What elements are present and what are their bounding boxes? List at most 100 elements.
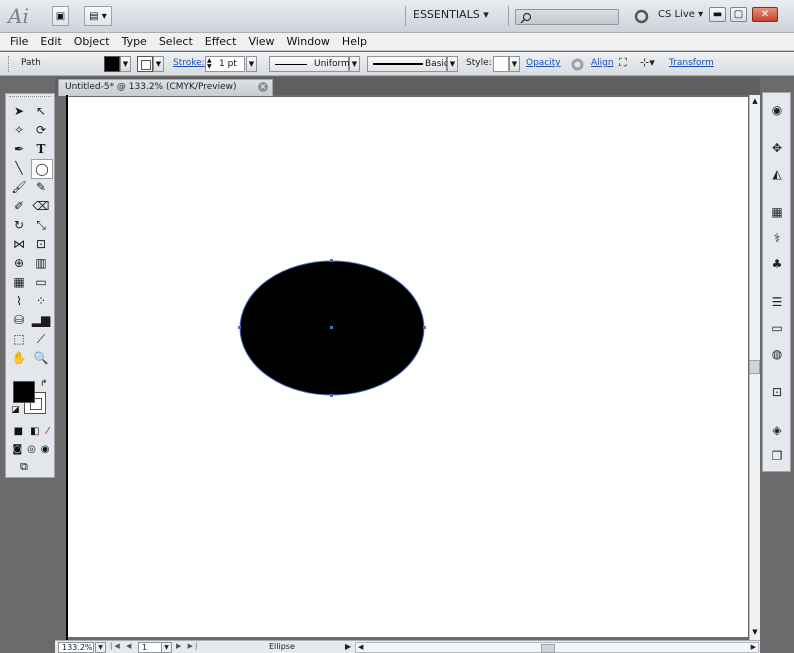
artboard-dropdown[interactable]: ▼ — [161, 642, 172, 653]
menu-type[interactable]: Type — [116, 35, 153, 48]
artboards-icon[interactable]: ❐ — [767, 447, 787, 465]
swatches-grid-icon[interactable]: ▦ — [767, 203, 787, 221]
artboard-field[interactable]: 1 — [138, 642, 163, 653]
anchor-point[interactable] — [330, 259, 333, 262]
stroke-swatch[interactable] — [137, 56, 153, 72]
menu-help[interactable]: Help — [336, 35, 373, 48]
minimize-button[interactable]: ▬ — [709, 7, 726, 22]
none-icon[interactable]: ⁄ — [47, 426, 49, 437]
zoom-dropdown[interactable]: ▼ — [95, 642, 106, 653]
paintbrush-tool-icon[interactable]: 🖌 — [9, 178, 29, 196]
stroke-dropdown[interactable]: ▼ — [153, 56, 164, 72]
close-button[interactable]: ✕ — [752, 7, 778, 22]
selection-tool-icon[interactable]: ➤ — [9, 102, 29, 120]
status-menu-arrow-icon[interactable]: ▶ — [345, 642, 351, 651]
align-link[interactable]: Align — [591, 58, 614, 68]
gradient-icon[interactable]: ◧ — [30, 426, 39, 437]
direct-selection-tool-icon[interactable]: ↖ — [31, 102, 51, 120]
stepper-icon[interactable]: ▲ ▼ — [207, 58, 212, 70]
stroke-weight-field[interactable]: 1 pt ▲ ▼ — [205, 56, 245, 72]
profile-dropdown[interactable]: ▼ — [349, 56, 360, 72]
style-dropdown[interactable]: ▼ — [509, 56, 520, 72]
color-panel-icon[interactable]: ◉ — [767, 101, 787, 119]
width-tool-icon[interactable]: ⋈ — [9, 235, 29, 253]
ellipse-tool-icon[interactable]: ◯ — [31, 159, 53, 179]
brush-definition[interactable]: Basic — [367, 56, 449, 72]
document-tab[interactable]: Untitled-5* @ 133.2% (CMYK/Preview) × — [58, 79, 273, 96]
brush-dropdown[interactable]: ▼ — [447, 56, 458, 72]
rotate-tool-icon[interactable]: ↻ — [9, 216, 29, 234]
appearance-icon[interactable]: ⊡ — [767, 383, 787, 401]
variable-width-profile[interactable]: Uniform — [269, 56, 350, 72]
zoom-field[interactable]: 133.2% — [58, 642, 94, 653]
horizontal-scrollbar[interactable]: ◀ ▶ — [355, 642, 759, 653]
screen-mode-icon[interactable]: ⧉ — [20, 460, 28, 474]
perspective-grid-tool-icon[interactable]: ▥ — [31, 254, 51, 272]
hand-tool-icon[interactable]: ✋ — [9, 349, 29, 367]
artboard-canvas[interactable] — [68, 97, 748, 637]
horizontal-scroll-thumb[interactable] — [541, 644, 555, 653]
transform-options-icon[interactable]: ⊹▾ — [640, 56, 655, 69]
menu-select[interactable]: Select — [153, 35, 199, 48]
artboard-tool-icon[interactable]: ⬚ — [9, 330, 29, 348]
transparency-icon[interactable]: ◍ — [767, 345, 787, 363]
graphic-style-swatch[interactable] — [493, 56, 509, 72]
color-guide-icon[interactable]: ✥ — [767, 139, 787, 157]
fill-color-swatch[interactable] — [13, 381, 35, 403]
column-graph-tool-icon[interactable]: ▂▆ — [31, 311, 51, 329]
pen-tool-icon[interactable]: ✒ — [9, 140, 29, 158]
recolor-icon[interactable] — [570, 57, 585, 72]
fill-swatch[interactable] — [104, 56, 120, 72]
shape-builder-tool-icon[interactable]: ⊕ — [9, 254, 29, 272]
menu-file[interactable]: File — [0, 35, 34, 48]
stroke-weight-dropdown[interactable]: ▼ — [246, 56, 257, 72]
mesh-tool-icon[interactable]: ▦ — [9, 273, 29, 291]
isolate-icon[interactable]: ⛶ — [619, 56, 627, 70]
draw-behind-icon[interactable]: ◎ — [27, 444, 36, 455]
workspace-switcher[interactable]: ESSENTIALS ▾ — [413, 8, 489, 21]
color-icon[interactable]: ■ — [14, 426, 23, 437]
zoom-tool-icon[interactable]: 🔍 — [31, 349, 51, 367]
scroll-left-icon[interactable]: ◀ — [358, 643, 363, 651]
grip-handle[interactable] — [8, 56, 10, 72]
fill-dropdown[interactable]: ▼ — [120, 56, 131, 72]
magic-wand-tool-icon[interactable]: ✧ — [9, 121, 29, 139]
maximize-button[interactable]: ▢ — [730, 7, 747, 22]
pencil-tool-icon[interactable]: ✎ — [31, 178, 51, 196]
eyedropper-tool-icon[interactable]: ⌇ — [9, 292, 29, 310]
bridge-button[interactable]: ▣ — [52, 6, 69, 26]
type-tool-icon[interactable]: T — [31, 140, 51, 158]
transform-link[interactable]: Transform — [669, 58, 714, 68]
gradient-panel-icon[interactable]: ▭ — [767, 319, 787, 337]
gradient-tool-icon[interactable]: ▭ — [31, 273, 51, 291]
swap-fill-stroke-icon[interactable]: ↱ — [40, 379, 48, 389]
search-input[interactable] — [515, 9, 619, 25]
stroke-panel-icon[interactable]: ☰ — [767, 293, 787, 311]
scale-tool-icon[interactable]: ⤡ — [31, 216, 51, 234]
stroke-panel-link[interactable]: Stroke: — [173, 58, 205, 68]
arrange-documents-button[interactable]: ▤ ▾ — [84, 6, 112, 26]
symbols-icon[interactable]: ♣ — [767, 255, 787, 273]
slice-tool-icon[interactable]: ⟋ — [31, 330, 51, 348]
artboard-nav-next[interactable]: ▶ ▶| — [176, 642, 199, 650]
anchor-point[interactable] — [238, 326, 241, 329]
blob-brush-tool-icon[interactable]: ✐ — [9, 197, 29, 215]
menu-edit[interactable]: Edit — [34, 35, 67, 48]
menu-view[interactable]: View — [242, 35, 280, 48]
scroll-down-icon[interactable]: ▼ — [750, 628, 760, 636]
menu-object[interactable]: Object — [68, 35, 116, 48]
cslive-menu[interactable]: CS Live ▾ — [658, 9, 703, 20]
scroll-right-icon[interactable]: ▶ — [751, 643, 756, 651]
lasso-tool-icon[interactable]: ⟳ — [31, 121, 51, 139]
scroll-up-icon[interactable]: ▲ — [750, 97, 760, 105]
layers-icon[interactable]: ◈ — [767, 421, 787, 439]
panel-grip[interactable] — [9, 96, 51, 99]
brushes-icon[interactable]: ⚕ — [767, 229, 787, 247]
menu-window[interactable]: Window — [281, 35, 336, 48]
artboard-nav-prev[interactable]: |◀ ◀ — [110, 642, 133, 650]
menu-effect[interactable]: Effect — [199, 35, 243, 48]
default-colors-icon[interactable]: ◪ — [11, 405, 20, 415]
anchor-point[interactable] — [423, 326, 426, 329]
symbol-sprayer-tool-icon[interactable]: ⛁ — [9, 311, 29, 329]
blend-tool-icon[interactable]: ⁘ — [31, 292, 51, 310]
